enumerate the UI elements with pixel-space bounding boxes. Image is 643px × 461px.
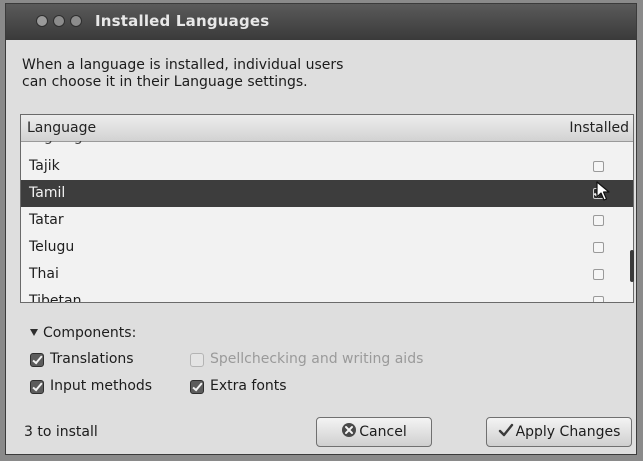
translations-label: Translations: [50, 351, 134, 367]
mouse-pointer-icon: [596, 181, 610, 201]
language-name: Telugu: [29, 239, 75, 255]
checkbox-checked-icon: [30, 353, 44, 367]
checkbox-unchecked-icon: [190, 353, 204, 367]
maximize-window-button[interactable]: [70, 15, 82, 27]
language-row-tatar[interactable]: Tatar: [21, 207, 633, 234]
components-label: Components:: [43, 325, 137, 341]
column-header-language[interactable]: Language: [27, 120, 96, 136]
input-methods-label: Input methods: [50, 378, 153, 394]
language-row-thai[interactable]: Thai: [21, 261, 633, 288]
language-name: Tatar: [29, 212, 64, 228]
list-scrollbar[interactable]: [630, 250, 634, 282]
language-name-partial: Tagalog: [29, 141, 83, 145]
language-rows: Tagalog Tajik Tamil Tatar Telugu Thai: [21, 141, 633, 303]
installed-checkbox-thai[interactable]: [593, 269, 604, 280]
checkmark-icon: [498, 423, 513, 437]
list-header: Language Installed: [21, 115, 633, 142]
checkbox-checked-icon: [190, 380, 204, 394]
language-name: Tibetan: [29, 293, 82, 303]
install-count-status: 3 to install: [24, 424, 98, 440]
expander-triangle-icon: [30, 329, 38, 336]
installed-checkbox-tajik[interactable]: [593, 161, 604, 172]
language-name: Tajik: [29, 158, 60, 174]
column-header-installed[interactable]: Installed: [569, 120, 629, 136]
language-list[interactable]: Language Installed Tagalog Tajik Tamil T…: [20, 114, 634, 303]
installed-checkbox-tatar[interactable]: [593, 215, 604, 226]
components-expander[interactable]: Components:: [30, 325, 136, 341]
language-row-tibetan[interactable]: Tibetan: [21, 288, 633, 303]
apply-changes-label: Apply Changes: [515, 424, 621, 440]
language-name: Tamil: [29, 185, 66, 201]
language-row-telugu[interactable]: Telugu: [21, 234, 633, 261]
language-row-tajik[interactable]: Tajik: [21, 153, 633, 180]
installed-checkbox-tibetan[interactable]: [593, 296, 604, 302]
extra-fonts-label: Extra fonts: [210, 378, 287, 394]
minimize-window-button[interactable]: [53, 15, 65, 27]
description-line-2: can choose it in their Language settings…: [22, 74, 308, 90]
language-name: Thai: [29, 266, 59, 282]
language-row-tamil[interactable]: Tamil: [21, 180, 633, 207]
description-line-1: When a language is installed, individual…: [22, 57, 344, 73]
description-text: When a language is installed, individual…: [22, 57, 422, 91]
installed-checkbox-telugu[interactable]: [593, 242, 604, 253]
language-row-partial[interactable]: Tagalog: [21, 141, 633, 153]
title-bar: Installed Languages: [6, 4, 636, 40]
apply-changes-button[interactable]: Apply Changes: [486, 417, 632, 447]
close-window-button[interactable]: [36, 15, 48, 27]
cancel-icon: [342, 423, 357, 437]
checkbox-checked-icon: [30, 380, 44, 394]
installed-languages-dialog: Installed Languages When a language is i…: [5, 3, 637, 455]
window-title: Installed Languages: [95, 12, 270, 30]
spellchecking-label: Spellchecking and writing aids: [210, 351, 424, 367]
cancel-button[interactable]: Cancel: [316, 417, 432, 447]
cancel-label: Cancel: [359, 424, 407, 440]
